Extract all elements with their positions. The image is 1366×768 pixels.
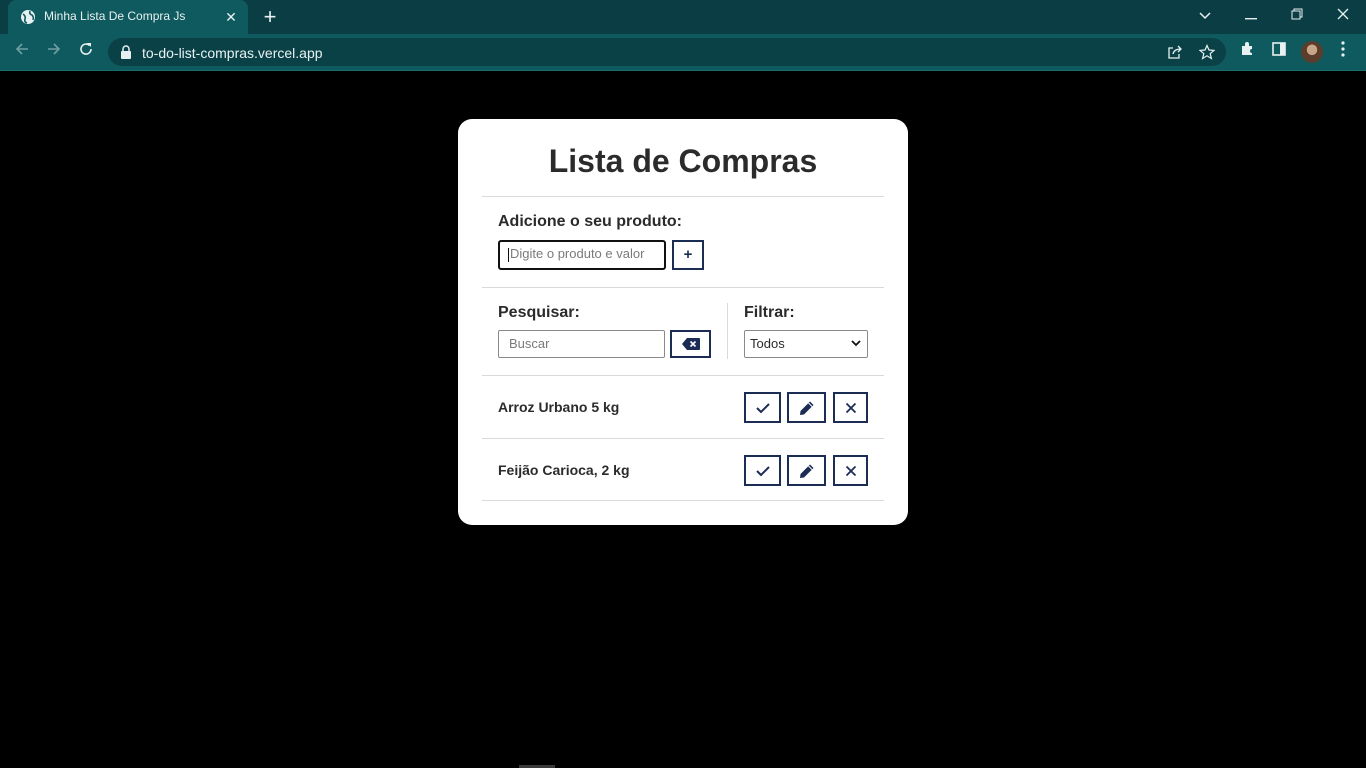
tab-search-button[interactable] xyxy=(1189,4,1221,28)
search-input[interactable]: Buscar xyxy=(498,330,665,358)
filter-select[interactable]: Todos xyxy=(744,330,868,358)
add-product-label: Adicione o seu produto: xyxy=(498,213,682,230)
complete-item-button[interactable] xyxy=(744,392,781,423)
divider xyxy=(482,375,884,376)
search-label: Pesquisar: xyxy=(498,304,580,321)
arrow-right-icon xyxy=(48,43,61,55)
pencil-icon xyxy=(799,401,813,415)
browser-toolbar: to-do-list-compras.vercel.app xyxy=(0,34,1366,71)
edit-item-button[interactable] xyxy=(787,455,826,486)
check-icon xyxy=(755,465,770,476)
delete-item-button[interactable] xyxy=(833,455,868,486)
restore-button[interactable] xyxy=(1281,4,1313,28)
browser-tab[interactable]: Minha Lista De Compra Js ✕ xyxy=(8,0,248,34)
delete-item-button[interactable] xyxy=(833,392,868,423)
reload-icon xyxy=(80,43,92,55)
url-text: to-do-list-compras.vercel.app xyxy=(142,45,323,61)
search-placeholder: Buscar xyxy=(509,336,550,351)
filter-selected-value: Todos xyxy=(750,336,785,351)
close-window-button[interactable] xyxy=(1327,4,1359,28)
browser-tabbar: Minha Lista De Compra Js ✕ + xyxy=(0,0,1366,34)
profile-avatar[interactable] xyxy=(1301,41,1323,63)
shopping-list-card: Lista de Compras Adicione o seu produto:… xyxy=(458,119,908,525)
lock-icon xyxy=(121,45,131,59)
divider xyxy=(482,500,884,501)
minimize-button[interactable] xyxy=(1235,4,1267,28)
vertical-divider xyxy=(727,303,728,359)
divider xyxy=(482,196,884,197)
close-tab-icon[interactable]: ✕ xyxy=(222,8,240,26)
close-icon xyxy=(845,465,856,476)
pencil-icon xyxy=(799,464,813,478)
edit-item-button[interactable] xyxy=(787,392,826,423)
tab-title: Minha Lista De Compra Js xyxy=(44,9,186,23)
new-tab-button[interactable]: + xyxy=(258,6,282,30)
restore-icon xyxy=(1291,8,1303,20)
divider xyxy=(482,287,884,288)
page-title: Lista de Compras xyxy=(548,143,818,179)
check-icon xyxy=(755,402,770,413)
item-text: Arroz Urbano 5 kg xyxy=(498,399,620,415)
side-panel-icon[interactable] xyxy=(1268,41,1290,63)
chevron-down-icon xyxy=(1199,12,1211,20)
share-icon[interactable] xyxy=(1166,44,1184,62)
forward-button[interactable] xyxy=(43,41,65,63)
add-product-button[interactable]: + xyxy=(672,240,704,270)
add-product-placeholder: Digite o produto e valor xyxy=(510,246,645,261)
complete-item-button[interactable] xyxy=(744,455,781,486)
reload-button[interactable] xyxy=(75,41,97,63)
backspace-icon xyxy=(681,338,700,350)
item-text: Feijão Carioca, 2 kg xyxy=(498,462,630,478)
globe-icon xyxy=(21,10,35,24)
minimize-icon xyxy=(1245,18,1257,20)
text-caret xyxy=(508,247,509,262)
extensions-icon[interactable] xyxy=(1236,41,1258,63)
close-icon xyxy=(845,402,856,413)
divider xyxy=(482,438,884,439)
filter-label: Filtrar: xyxy=(744,304,795,321)
arrow-left-icon xyxy=(15,43,28,55)
add-product-input[interactable]: Digite o produto e valor xyxy=(498,240,666,270)
address-bar[interactable]: to-do-list-compras.vercel.app xyxy=(108,38,1226,66)
browser-menu-icon[interactable] xyxy=(1334,41,1352,63)
clear-search-button[interactable] xyxy=(670,330,711,358)
add-button-label: + xyxy=(683,246,693,263)
back-button[interactable] xyxy=(11,41,33,63)
star-icon[interactable] xyxy=(1198,44,1216,62)
chevron-down-icon xyxy=(851,340,861,347)
close-icon xyxy=(1337,8,1349,20)
